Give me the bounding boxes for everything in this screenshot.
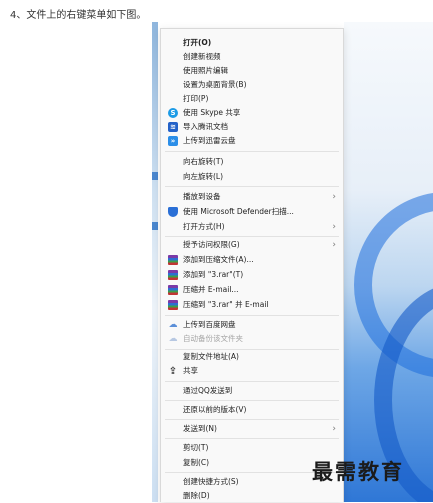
context-menu: 打开(O) 创建新视频 使用照片编辑 设置为桌面背景(B) 打印(P) S 使用… [160,28,344,502]
menu-item-label: 删除(D) [183,491,210,500]
menu-item-label: 创建新视频 [183,52,221,61]
desktop-icon-fragment [152,222,158,230]
menu-item-import-tencent-docs[interactable]: ≋ 导入腾讯文档 [161,120,343,134]
tencent-docs-icon: ≋ [168,122,178,132]
menu-item-add-to-3rar[interactable]: 添加到 "3.rar"(T) [161,268,343,282]
winrar-icon [168,285,178,295]
winrar-icon [168,300,178,310]
menu-item-label: 创建快捷方式(S) [183,477,239,486]
menu-item-label: 打开方式(H) [183,222,225,231]
desktop-background-right [344,22,433,502]
menu-item-auto-backup-folder: ☁ 自动备份该文件夹 [161,332,343,346]
menu-separator [165,419,339,420]
menu-separator [165,438,339,439]
menu-item-label: 添加到压缩文件(A)... [183,255,254,264]
menu-item-label: 复制(C) [183,458,210,467]
menu-separator [165,400,339,401]
menu-item-give-access[interactable]: 授予访问权限(G) › [161,238,343,252]
desktop-background-left [152,22,158,502]
menu-item-label: 授予访问权限(G) [183,240,240,249]
menu-item-restore-previous-versions[interactable]: 还原以前的版本(V) [161,403,343,417]
menu-item-share-skype[interactable]: S 使用 Skype 共享 [161,106,343,120]
desktop-icon-fragment [152,172,158,180]
menu-item-compress-3rar-and-email[interactable]: 压缩到 "3.rar" 并 E-mail [161,298,343,312]
menu-separator [165,151,339,152]
menu-item-cut[interactable]: 剪切(T) [161,441,343,455]
share-icon: ⇪ [168,365,178,377]
menu-item-send-via-qq[interactable]: 通过QQ发送到 [161,384,343,398]
menu-item-rotate-right[interactable]: 向右旋转(T) [161,155,343,169]
chevron-right-icon: › [332,192,336,202]
menu-item-set-desktop-background[interactable]: 设置为桌面背景(B) [161,78,343,92]
menu-item-label: 剪切(T) [183,443,209,452]
menu-item-label: 自动备份该文件夹 [183,334,243,343]
menu-item-copy-path[interactable]: 复制文件地址(A) [161,350,343,364]
menu-separator [165,236,339,237]
menu-item-send-to[interactable]: 发送到(N) › [161,422,343,436]
menu-item-delete[interactable]: 删除(D) [161,489,343,503]
chevron-right-icon: › [332,424,336,434]
menu-item-open[interactable]: 打开(O) [161,36,343,50]
menu-item-cast-to-device[interactable]: 播放到设备 › [161,190,343,204]
menu-item-rotate-left[interactable]: 向左旋转(L) [161,170,343,184]
menu-item-compress-and-email[interactable]: 压缩并 E-mail... [161,283,343,297]
menu-item-label: 还原以前的版本(V) [183,405,247,414]
menu-item-label: 压缩到 "3.rar" 并 E-mail [183,300,269,309]
menu-item-upload-baidu[interactable]: ☁ 上传到百度网盘 [161,318,343,332]
menu-separator [165,186,339,187]
instruction-text: 4、文件上的右键菜单如下图。 [10,10,147,21]
menu-item-label: 添加到 "3.rar"(T) [183,270,244,279]
menu-item-label: 设置为桌面背景(B) [183,80,247,89]
baidu-cloud-icon: ☁ [168,334,178,344]
watermark-text: 最需教育 [312,459,404,484]
chevron-right-icon: › [332,222,336,232]
skype-icon: S [168,108,178,118]
menu-item-share[interactable]: ⇪ 共享 [161,364,343,378]
menu-item-label: 打印(P) [183,94,209,103]
menu-separator [165,381,339,382]
menu-separator [165,315,339,316]
chevron-right-icon: › [332,240,336,250]
menu-item-label: 发送到(N) [183,424,217,433]
menu-item-create-video[interactable]: 创建新视频 [161,50,343,64]
menu-item-label: 使用照片编辑 [183,66,228,75]
menu-item-label: 打开(O) [183,38,212,47]
menu-item-label: 压缩并 E-mail... [183,285,239,294]
menu-item-label: 上传到迅雷云盘 [183,136,236,145]
menu-item-label: 向左旋转(L) [183,172,224,181]
menu-item-print[interactable]: 打印(P) [161,92,343,106]
menu-item-edit-with-photos[interactable]: 使用照片编辑 [161,64,343,78]
winrar-icon [168,255,178,265]
menu-item-label: 上传到百度网盘 [183,320,236,329]
menu-item-label: 导入腾讯文档 [183,122,228,131]
menu-item-upload-xunlei[interactable]: » 上传到迅雷云盘 [161,134,343,148]
menu-item-label: 使用 Skype 共享 [183,108,241,117]
menu-item-label: 复制文件地址(A) [183,352,239,361]
baidu-cloud-icon: ☁ [168,320,178,330]
xunlei-icon: » [168,136,178,146]
menu-item-label: 共享 [183,366,198,375]
winrar-icon [168,270,178,280]
menu-item-label: 向右旋转(T) [183,157,224,166]
menu-item-defender-scan[interactable]: 使用 Microsoft Defender扫描... [161,205,343,219]
menu-item-label: 通过QQ发送到 [183,386,233,395]
defender-shield-icon [168,207,178,217]
menu-item-add-to-archive[interactable]: 添加到压缩文件(A)... [161,253,343,267]
menu-item-label: 播放到设备 [183,192,221,201]
menu-item-label: 使用 Microsoft Defender扫描... [183,207,294,216]
menu-item-open-with[interactable]: 打开方式(H) › [161,220,343,234]
